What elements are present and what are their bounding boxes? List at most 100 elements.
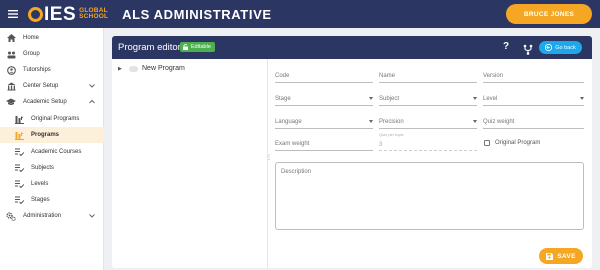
original-program-label: Original Program xyxy=(495,140,541,146)
sidebar-item-programs[interactable]: Programs xyxy=(0,127,104,143)
name-label: Name xyxy=(379,73,396,79)
chevron-up-icon xyxy=(88,98,96,106)
sidebar-item-label: Administration xyxy=(23,213,62,219)
chevron-down-icon xyxy=(88,82,96,90)
level-select[interactable]: Level xyxy=(483,92,584,106)
sidebar-item-subjects[interactable]: Subjects xyxy=(0,160,104,176)
sidebar-item-label: Home xyxy=(23,35,40,41)
exam-weight-label: Exam weight xyxy=(275,141,310,147)
sidebar-item-label: Stages xyxy=(31,197,50,203)
tree-node-label: New Program xyxy=(142,65,185,72)
hamburger-menu-icon[interactable] xyxy=(2,0,24,28)
sidebar-item-label: Levels xyxy=(31,181,49,187)
subject-select[interactable]: Subject xyxy=(379,92,477,106)
program-tree-pane: ▶ New Program xyxy=(112,59,268,268)
go-back-button[interactable]: Go back xyxy=(539,41,582,54)
app-title: ALS ADMINISTRATIVE xyxy=(122,6,272,22)
sidebar-item-levels[interactable]: Levels xyxy=(0,176,104,192)
exam-weight-field[interactable]: Exam weight xyxy=(275,137,373,151)
save-label: SAVE xyxy=(557,252,576,260)
logo-sub-text-2: SCHOOL xyxy=(79,13,109,20)
subject-label: Subject xyxy=(379,96,400,102)
sidebar-item-label: Academic Setup xyxy=(23,99,67,105)
sidebar: Home Group Tutorships Center Setup Acade… xyxy=(0,28,104,270)
dropdown-arrow-icon xyxy=(369,97,373,100)
school-icon xyxy=(6,81,16,91)
sidebar-item-stages[interactable]: Stages xyxy=(0,192,104,208)
code-label: Code xyxy=(275,73,290,79)
quiz-weight-label: Quiz weight xyxy=(483,119,515,125)
badge-label: Editable xyxy=(191,44,211,50)
stage-label: Stage xyxy=(275,96,291,102)
tree-node-new-program[interactable]: ▶ New Program xyxy=(118,65,185,72)
page-title: Program editor xyxy=(118,42,181,53)
fork-icon[interactable] xyxy=(523,42,533,55)
code-field[interactable]: Code xyxy=(275,69,373,83)
language-label: Language xyxy=(275,119,302,125)
description-label: Description xyxy=(281,169,312,175)
lock-open-icon xyxy=(183,44,188,50)
quiz-weight-field[interactable]: Quiz weight xyxy=(483,115,584,129)
sidebar-item-academic-setup[interactable]: Academic Setup xyxy=(0,94,104,110)
list-check-icon xyxy=(14,163,24,173)
sidebar-item-home[interactable]: Home xyxy=(0,30,104,46)
sidebar-item-center-setup[interactable]: Center Setup xyxy=(0,78,104,94)
dropdown-arrow-icon xyxy=(369,120,373,123)
sidebar-item-group[interactable]: Group xyxy=(0,46,104,62)
programs-icon xyxy=(14,114,24,124)
precision-select[interactable]: Precision xyxy=(379,115,477,129)
pane-splitter-handle[interactable]: ⋮ xyxy=(266,154,272,161)
sidebar-item-administration[interactable]: Administration xyxy=(0,208,104,224)
language-select[interactable]: Language xyxy=(275,115,373,129)
sidebar-item-label: Tutorships xyxy=(23,67,51,73)
version-field[interactable]: Version xyxy=(483,69,584,83)
original-program-checkbox[interactable] xyxy=(484,140,490,146)
sidebar-item-label: Academic Courses xyxy=(31,149,82,155)
card-header: Program editor Editable ? Go back xyxy=(112,36,592,59)
programs-icon xyxy=(14,130,24,140)
tutorship-icon xyxy=(6,65,16,75)
name-field[interactable]: Name xyxy=(379,69,477,83)
top-app-bar: IES GLOBAL SCHOOL ALS ADMINISTRATIVE BRU… xyxy=(0,0,600,28)
gears-icon xyxy=(6,211,16,221)
sidebar-item-label: Group xyxy=(23,51,40,57)
sidebar-item-tutorships[interactable]: Tutorships xyxy=(0,62,104,78)
sidebar-item-label: Programs xyxy=(31,132,60,138)
home-icon xyxy=(6,33,16,43)
original-program-checkbox-row[interactable]: Original Program xyxy=(484,140,540,146)
user-menu-button[interactable]: BRUCE JONES xyxy=(506,4,592,24)
ies-logo[interactable]: IES GLOBAL SCHOOL xyxy=(28,0,108,28)
editable-badge: Editable xyxy=(180,42,215,52)
quiz-per-topic-value: 3 xyxy=(379,142,383,148)
description-textarea[interactable]: Description xyxy=(275,162,584,230)
list-check-icon xyxy=(14,179,24,189)
list-check-icon xyxy=(14,195,24,205)
floppy-disk-icon xyxy=(546,252,554,260)
node-toggle-icon xyxy=(129,65,138,72)
arrow-left-icon xyxy=(545,44,553,51)
group-icon xyxy=(6,49,16,59)
precision-label: Precision xyxy=(379,119,404,125)
chevron-down-icon xyxy=(88,212,96,220)
quiz-per-topic-field: Quiz per topic 3 xyxy=(379,132,477,151)
dropdown-arrow-icon xyxy=(580,97,584,100)
expand-arrow-icon[interactable]: ▶ xyxy=(118,66,124,72)
level-label: Level xyxy=(483,96,498,102)
dropdown-arrow-icon xyxy=(473,97,477,100)
help-button[interactable]: ? xyxy=(503,41,509,52)
sidebar-item-label: Subjects xyxy=(31,165,55,171)
save-button[interactable]: SAVE xyxy=(539,248,583,264)
list-check-icon xyxy=(14,147,24,157)
mortarboard-icon xyxy=(6,97,16,107)
logo-main-text: IES xyxy=(44,3,77,25)
sidebar-item-label: Original Programs xyxy=(31,116,80,122)
dropdown-arrow-icon xyxy=(473,120,477,123)
go-back-label: Go back xyxy=(555,44,576,51)
sidebar-item-academic-courses[interactable]: Academic Courses xyxy=(0,144,104,160)
stage-select[interactable]: Stage xyxy=(275,92,373,106)
logo-ring-icon xyxy=(28,6,43,22)
quiz-per-topic-label: Quiz per topic xyxy=(379,132,404,137)
sidebar-item-original-programs[interactable]: Original Programs xyxy=(0,111,104,127)
sidebar-item-label: Center Setup xyxy=(23,83,59,89)
program-editor-card: Program editor Editable ? Go back ▶ New … xyxy=(112,36,592,268)
